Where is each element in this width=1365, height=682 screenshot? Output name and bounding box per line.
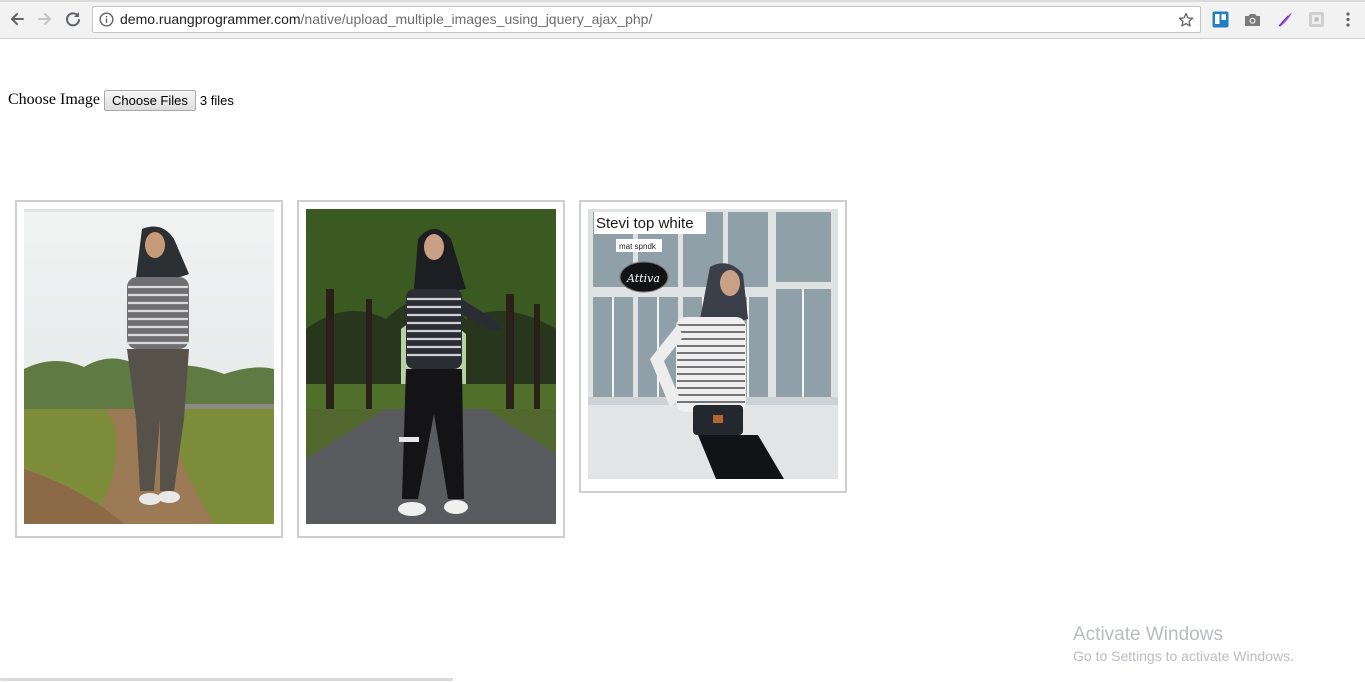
trello-extension-button[interactable] (1211, 10, 1229, 28)
image-caption: Stevi top white (596, 215, 694, 232)
feather-extension-button[interactable] (1276, 10, 1294, 28)
trello-icon (1212, 11, 1228, 27)
back-button[interactable] (7, 8, 27, 30)
forward-button[interactable] (35, 8, 55, 30)
url-path: /native/upload_multiple_images_using_jqu… (300, 11, 653, 27)
choose-files-button[interactable]: Choose Files (103, 89, 196, 111)
camera-icon (1244, 13, 1260, 26)
info-icon[interactable] (99, 12, 114, 27)
horizontal-scrollbar[interactable] (0, 678, 453, 681)
reload-icon (66, 12, 80, 27)
watermark-title: Activate Windows (1073, 624, 1223, 645)
tab-strip (0, 0, 1365, 2)
image-preview-2 (297, 200, 565, 538)
image-preview-1 (15, 200, 283, 538)
menu-button[interactable] (1339, 10, 1357, 28)
extension-icon (1308, 11, 1324, 27)
feather-icon (1278, 12, 1292, 26)
address-bar[interactable]: demo.ruangprogrammer.com/native/upload_m… (92, 6, 1201, 33)
browser-toolbar: demo.ruangprogrammer.com/native/upload_m… (0, 0, 1365, 39)
screenshot-extension-button[interactable] (1243, 10, 1261, 28)
star-icon[interactable] (1178, 12, 1194, 28)
forward-icon (38, 13, 51, 25)
image-badge: mat spndk (619, 242, 657, 251)
brand-logo: Attiva (626, 272, 660, 285)
file-count-status: 3 files (199, 92, 234, 108)
url-text[interactable]: demo.ruangprogrammer.com/native/upload_m… (120, 7, 652, 32)
choose-image-label: Choose Image (8, 91, 100, 108)
menu-icon (1346, 11, 1350, 27)
reload-button[interactable] (63, 8, 83, 30)
uploaded-photo (24, 209, 274, 524)
windows-activation-watermark: Activate Windows Go to Settings to activ… (1073, 624, 1294, 665)
watermark-subtitle: Go to Settings to activate Windows. (1073, 648, 1294, 664)
upload-form: Choose Image Choose Files 3 files (8, 89, 234, 111)
image-preview-3: Stevi top white mat spndk Attiva (579, 200, 847, 493)
extension-button[interactable] (1307, 10, 1325, 28)
back-icon (11, 13, 24, 25)
url-host: demo.ruangprogrammer.com (120, 11, 301, 27)
uploaded-photo: Stevi top white mat spndk Attiva (588, 209, 838, 479)
uploaded-photo (306, 209, 556, 524)
